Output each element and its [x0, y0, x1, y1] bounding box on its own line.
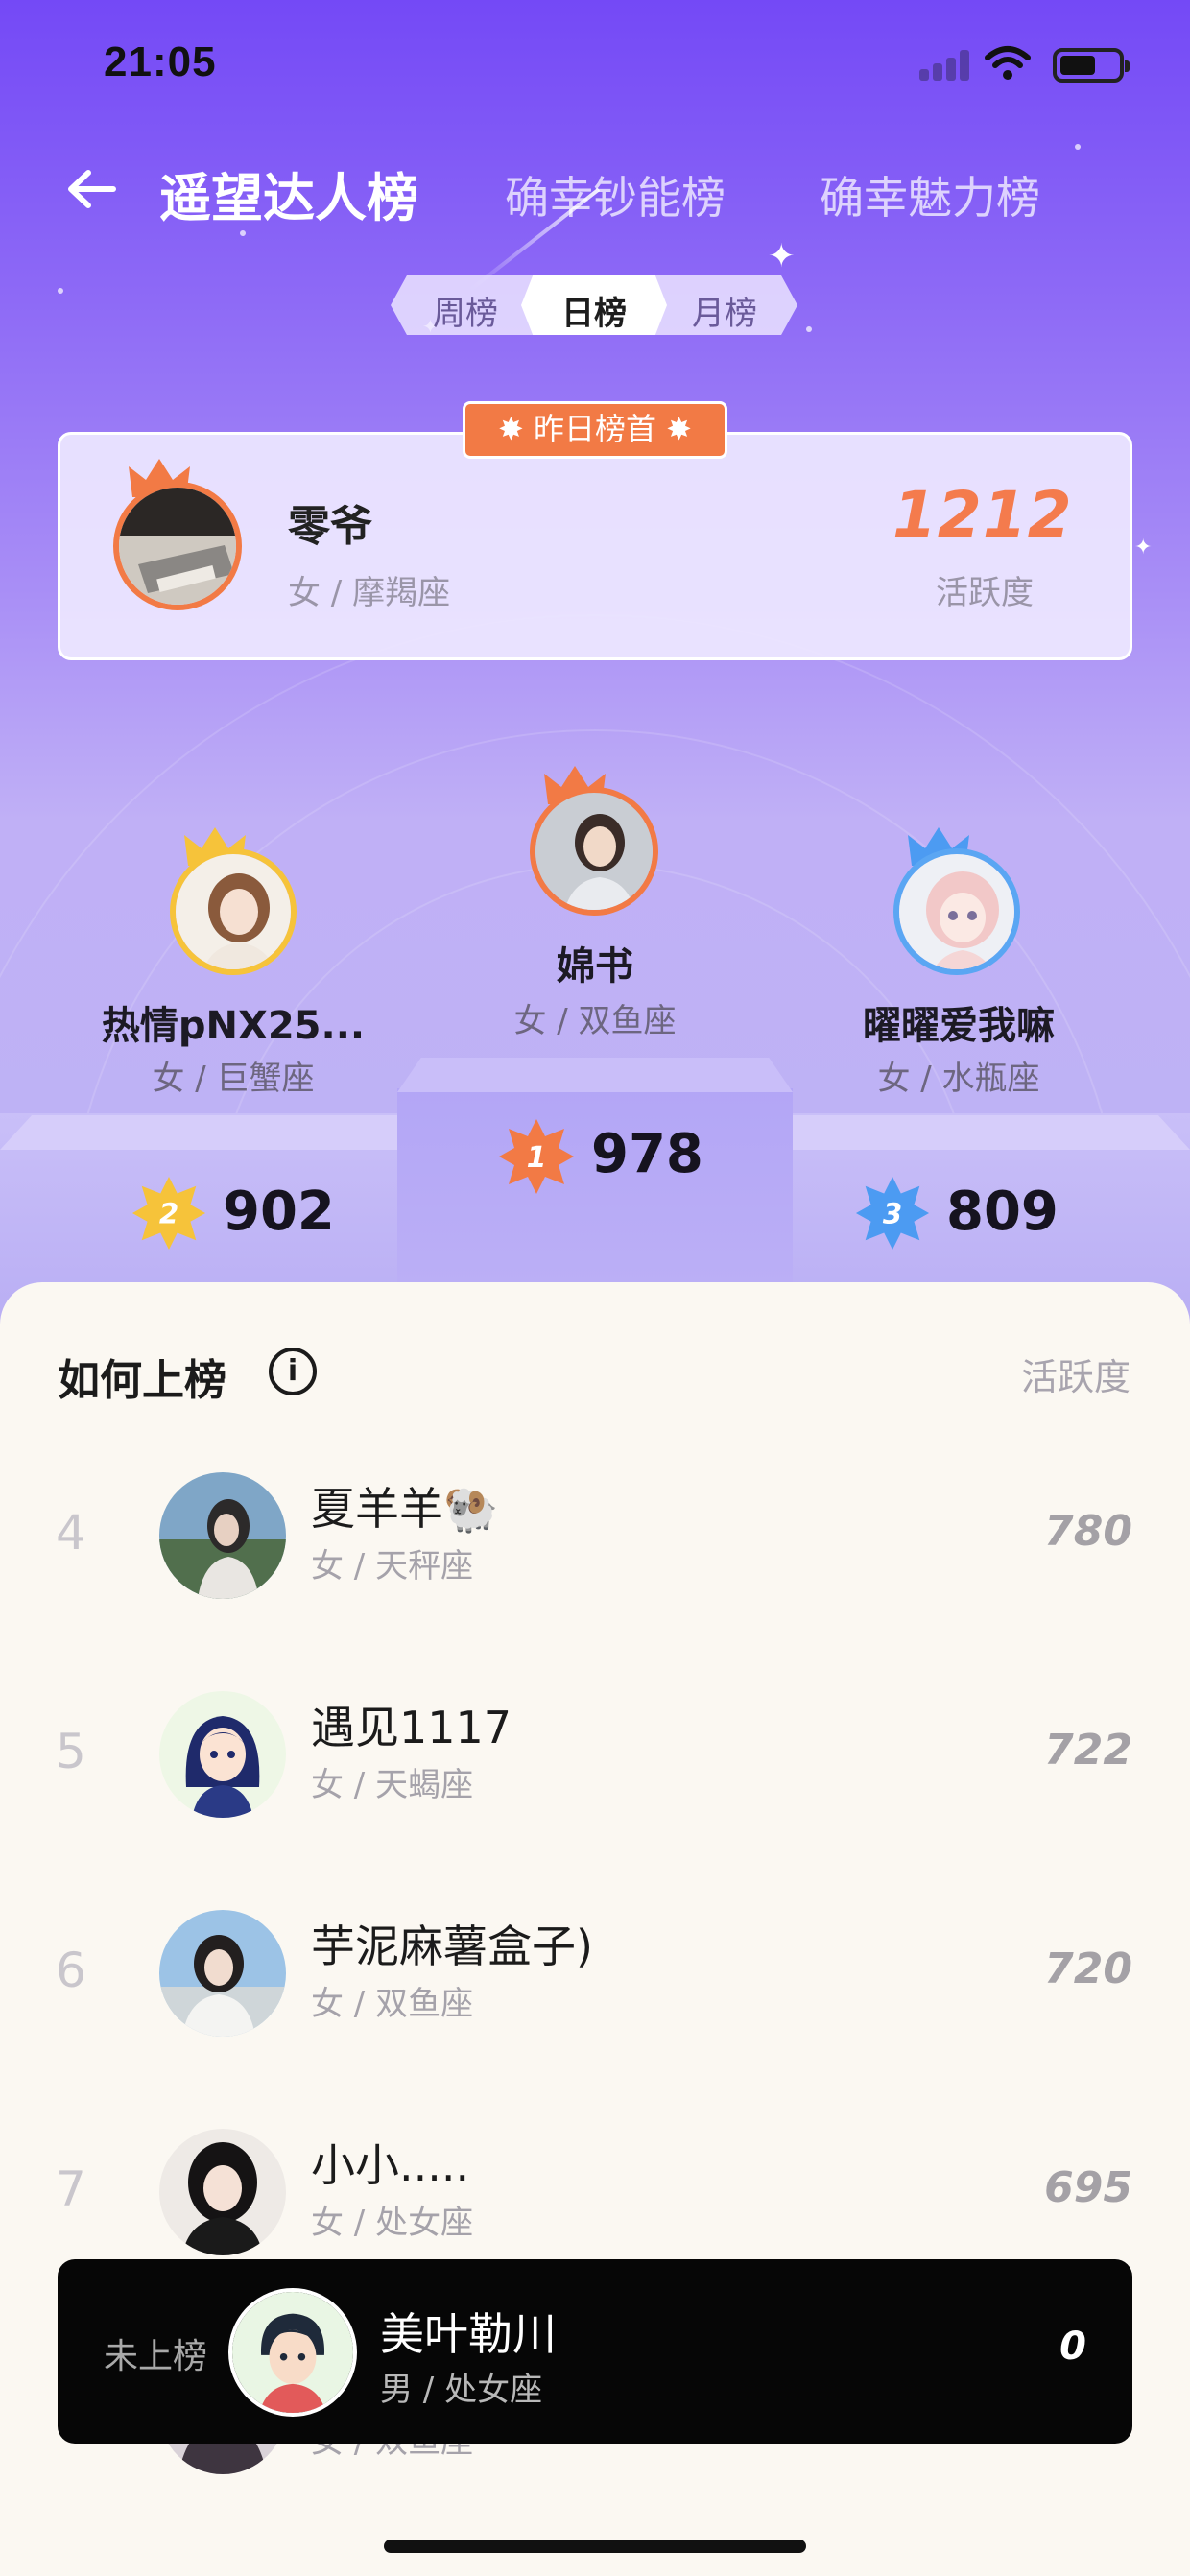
rank3-score: 809 — [946, 1181, 1059, 1243]
info-icon[interactable]: i — [269, 1348, 317, 1395]
rank-number: 4 — [56, 1505, 86, 1561]
rank2-name: 热情pNX25... — [101, 1004, 366, 1048]
activity-column-header: 活跃度 — [1020, 1356, 1130, 1398]
yesterday-top-score: 1212 — [892, 478, 1073, 552]
nav-tab-charm-money[interactable]: 确幸钞能榜 — [505, 163, 726, 227]
nav-tab-charm-beauty[interactable]: 确幸魅力榜 — [820, 163, 1040, 227]
avatar[interactable] — [159, 1910, 286, 2037]
list-item[interactable]: 6 芋泥麻薯盒子) 女 / 双鱼座 720 — [0, 1902, 1190, 2094]
svg-text:3: 3 — [883, 1198, 902, 1230]
how-to-rank-title[interactable]: 如何上榜 — [58, 1346, 226, 1407]
period-switch: 周榜 日榜 月榜 — [391, 275, 797, 335]
not-ranked-label: 未上榜 — [104, 2337, 208, 2376]
podium-stage-center-top — [397, 1058, 793, 1092]
rank2-score: 902 — [223, 1181, 335, 1243]
rank3-name: 曜曜爱我嘛 — [863, 1004, 1055, 1048]
rank-number: 5 — [56, 1724, 86, 1779]
signal-icon — [919, 50, 971, 81]
podium-stage-left-top — [0, 1115, 397, 1150]
user-name: 芋泥麻薯盒子) — [311, 1920, 593, 1972]
nav-title[interactable]: 遥望达人榜 — [159, 155, 418, 231]
sparkle-icon: ✦ — [768, 237, 796, 275]
yesterday-top-badge: ✸ 昨日榜首 ✸ — [463, 401, 727, 459]
rank-badge-icon: 1 — [499, 1119, 574, 1194]
my-score: 0 — [1059, 2325, 1086, 2369]
svg-text:2: 2 — [159, 1198, 178, 1230]
user-name: 小小..... — [311, 2139, 470, 2191]
activity-score: 780 — [1044, 1507, 1132, 1556]
rank2-avatar[interactable] — [170, 848, 297, 975]
rank1-sub: 女 / 双鱼座 — [513, 1002, 677, 1040]
battery-icon — [1053, 48, 1130, 83]
rank3-sub: 女 / 水瓶座 — [877, 1060, 1040, 1098]
rank1-name: 婂书 — [557, 944, 633, 989]
my-sub: 男 / 处女座 — [380, 2371, 543, 2409]
rank-number: 6 — [56, 1943, 86, 1998]
my-name: 美叶勒川 — [380, 2308, 557, 2360]
avatar[interactable] — [159, 1691, 286, 1818]
home-indicator[interactable] — [384, 2540, 806, 2553]
my-avatar[interactable] — [228, 2288, 357, 2417]
rank3-avatar[interactable] — [893, 848, 1020, 975]
my-rank-bar[interactable]: 未上榜 美叶勒川 男 / 处女座 0 — [58, 2259, 1132, 2444]
tab-monthly[interactable]: 月榜 — [657, 287, 792, 334]
user-sub: 女 / 天秤座 — [311, 1547, 474, 1586]
podium-stage-right-top — [793, 1115, 1190, 1150]
user-name: 遇见1117 — [311, 1702, 512, 1753]
decor-star — [1075, 144, 1081, 150]
tab-daily[interactable]: 日榜 — [527, 287, 661, 334]
activity-score: 720 — [1044, 1944, 1132, 1993]
badge-star-icon: ✸ — [498, 411, 534, 447]
list-item[interactable]: 5 遇见1117 女 / 天蝎座 722 — [0, 1683, 1190, 1875]
list-item[interactable]: 4 夏羊羊🐏 女 / 天秤座 780 — [0, 1465, 1190, 1657]
status-time: 21:05 — [104, 38, 217, 85]
sparkle-icon: ✦ — [1134, 536, 1153, 560]
yesterday-top-sub: 女 / 摩羯座 — [288, 574, 451, 612]
yesterday-top-name: 零爷 — [288, 502, 372, 551]
avatar[interactable] — [159, 2129, 286, 2255]
decor-star — [58, 288, 63, 294]
activity-score: 695 — [1044, 2163, 1132, 2212]
status-bar: 21:05 — [0, 0, 1190, 125]
rank1-avatar[interactable] — [530, 787, 658, 916]
badge-star-icon: ✸ — [656, 411, 692, 447]
user-sub: 女 / 天蝎座 — [311, 1766, 474, 1804]
rank-badge-icon: 3 — [855, 1176, 930, 1251]
wifi-icon — [985, 46, 1031, 80]
user-sub: 女 / 处女座 — [311, 2204, 474, 2242]
svg-text:1: 1 — [527, 1141, 547, 1175]
yesterday-top-avatar[interactable] — [113, 482, 242, 610]
yesterday-top-score-label: 活跃度 — [936, 574, 1034, 612]
activity-score: 722 — [1044, 1726, 1132, 1775]
back-arrow-icon[interactable] — [63, 165, 121, 213]
decor-star — [806, 326, 812, 332]
user-sub: 女 / 双鱼座 — [311, 1985, 474, 2023]
rank2-sub: 女 / 巨蟹座 — [152, 1060, 315, 1098]
user-name: 夏羊羊🐏 — [311, 1483, 499, 1535]
rank-number: 7 — [56, 2161, 86, 2217]
avatar[interactable] — [159, 1472, 286, 1599]
yesterday-top-badge-label: 昨日榜首 — [533, 411, 656, 447]
rank1-score: 978 — [591, 1123, 703, 1185]
rank-badge-icon: 2 — [131, 1176, 206, 1251]
tab-weekly[interactable]: 周榜 — [398, 287, 533, 334]
